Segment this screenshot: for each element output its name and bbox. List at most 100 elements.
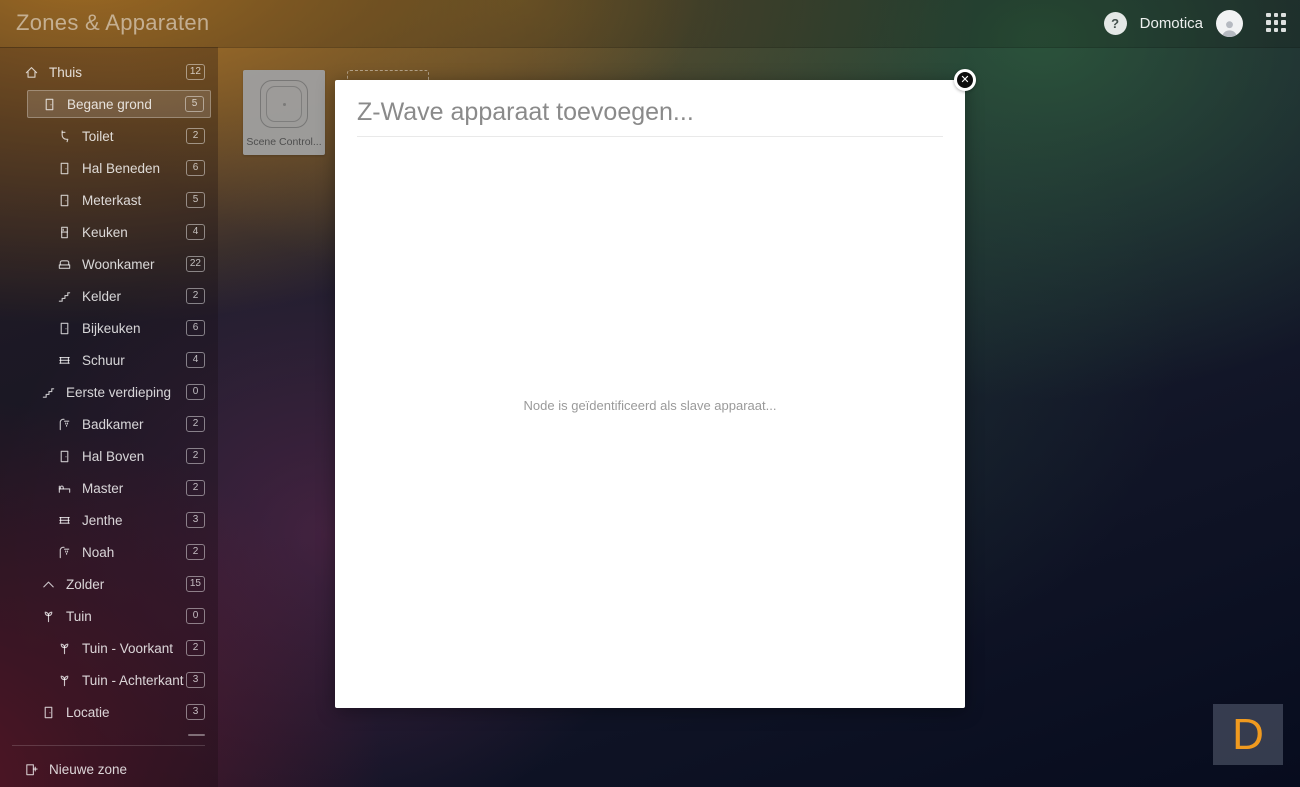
zone-label: Zolder (66, 577, 104, 592)
zone-label: Jenthe (82, 513, 123, 528)
sidebar-item-eerste-verdieping[interactable]: Eerste verdieping0 (0, 376, 218, 408)
new-zone-icon (24, 762, 39, 777)
dialog-title-divider (357, 136, 943, 137)
brand-logo: D (1213, 704, 1283, 765)
zone-label: Locatie (66, 705, 110, 720)
zone-count-badge: 0 (186, 384, 205, 400)
avatar[interactable] (1216, 10, 1243, 37)
zone-count-badge: 3 (186, 704, 205, 720)
zone-count-badge: 2 (186, 448, 205, 464)
zone-count-badge: 6 (186, 160, 205, 176)
zone-label: Woonkamer (82, 257, 155, 272)
apps-grid-icon[interactable] (1266, 13, 1288, 35)
zone-label: Tuin - Achterkant (82, 673, 184, 688)
sidebar-item-keuken[interactable]: Keuken 4 (0, 216, 218, 248)
toilet-icon (57, 129, 72, 144)
sidebar-item-schuur[interactable]: Schuur 4 (0, 344, 218, 376)
sidebar-item-locatie[interactable]: Locatie 3 (0, 696, 218, 728)
sidebar-item-begane-grond[interactable]: Begane grond 5 (27, 90, 211, 118)
sidebar-item-badkamer[interactable]: Badkamer 2 (0, 408, 218, 440)
roof-icon (41, 577, 56, 592)
sidebar-item-meterkast[interactable]: Meterkast 5 (0, 184, 218, 216)
zone-count-badge: 3 (186, 672, 205, 688)
help-icon[interactable]: ? (1104, 12, 1127, 35)
zone-label: Master (82, 481, 123, 496)
device-tile-label: Scene Control... (246, 136, 322, 148)
zone-count-badge: 0 (186, 608, 205, 624)
sidebar-item-thuis[interactable]: Thuis12 (0, 56, 218, 88)
scene-controller-icon (260, 80, 308, 128)
zone-label: Meterkast (82, 193, 141, 208)
zone-count-badge: 2 (186, 288, 205, 304)
zone-count-badge: 12 (186, 64, 205, 80)
sidebar-item-zolder[interactable]: Zolder 15 (0, 568, 218, 600)
zones-sidebar: Thuis12 Begane grond 5 Toilet 2 Hal Benede… (0, 47, 218, 787)
sidebar-item-woonkamer[interactable]: Woonkamer 22 (0, 248, 218, 280)
door-icon (57, 449, 72, 464)
zone-count-badge: 2 (186, 128, 205, 144)
sidebar-item-kelder[interactable]: Kelder 2 (0, 280, 218, 312)
person-icon (1220, 18, 1239, 37)
sidebar-item-tuin-achterkant[interactable]: Tuin - Achterkant3 (0, 664, 218, 696)
shower-icon (57, 545, 72, 560)
zone-count-badge: 2 (186, 416, 205, 432)
sidebar-item-jenthe[interactable]: Jenthe3 (0, 504, 218, 536)
zone-label: Kelder (82, 289, 121, 304)
plant-icon (57, 673, 72, 688)
sidebar-item-noah[interactable]: Noah 2 (0, 536, 218, 568)
sidebar-item-toilet[interactable]: Toilet 2 (0, 120, 218, 152)
partially-scrolled-item (188, 734, 205, 736)
plant-icon (57, 641, 72, 656)
zone-count-badge: 22 (186, 256, 205, 272)
dialog-title: Z-Wave apparaat toevoegen... (357, 98, 694, 127)
zone-label: Bijkeuken (82, 321, 141, 336)
close-icon[interactable]: ✕ (954, 69, 976, 91)
header-actions: ? Domotica (1104, 0, 1288, 47)
zone-label: Tuin (66, 609, 92, 624)
house-icon (24, 65, 39, 80)
sidebar-item-master[interactable]: Master 2 (0, 472, 218, 504)
sidebar-item-tuin-voorkant[interactable]: Tuin - Voorkant2 (0, 632, 218, 664)
zwave-add-dialog: Z-Wave apparaat toevoegen... Node is geï… (335, 80, 965, 708)
sidebar-item-hal-beneden[interactable]: Hal Beneden 6 (0, 152, 218, 184)
shelf-icon (57, 353, 72, 368)
zone-label: Schuur (82, 353, 125, 368)
door-icon (42, 97, 57, 112)
new-zone-button[interactable]: Nieuwe zone (0, 753, 218, 785)
door-icon (57, 161, 72, 176)
zone-count-badge: 2 (186, 640, 205, 656)
zone-count-badge: 2 (186, 544, 205, 560)
zone-label: Badkamer (82, 417, 144, 432)
zone-label: Toilet (82, 129, 114, 144)
zone-count-badge: 4 (186, 352, 205, 368)
sidebar-item-bijkeuken[interactable]: Bijkeuken 6 (0, 312, 218, 344)
door-icon (57, 193, 72, 208)
sidebar-item-hal-boven[interactable]: Hal Boven 2 (0, 440, 218, 472)
zone-list: Thuis12 Begane grond 5 Toilet 2 Hal Benede… (0, 56, 218, 728)
dialog-status-message: Node is geïdentificeerd als slave appara… (335, 398, 965, 413)
zone-label: Keuken (82, 225, 128, 240)
zone-count-badge: 6 (186, 320, 205, 336)
new-zone-label: Nieuwe zone (49, 762, 127, 777)
brand-logo-letter: D (1232, 713, 1264, 757)
zone-count-badge: 15 (186, 576, 205, 592)
zone-label: Hal Beneden (82, 161, 160, 176)
zone-label: Noah (82, 545, 114, 560)
zone-label: Begane grond (67, 97, 152, 112)
zone-count-badge: 5 (185, 96, 204, 112)
account-name: Domotica (1140, 15, 1203, 32)
zone-label: Hal Boven (82, 449, 144, 464)
stairs-icon (57, 289, 72, 304)
plant-icon (41, 609, 56, 624)
zone-count-badge: 4 (186, 224, 205, 240)
zone-count-badge: 2 (186, 480, 205, 496)
page-title: Zones & Apparaten (16, 10, 209, 36)
stairs-icon (41, 385, 56, 400)
device-tile-scene-controller[interactable]: Scene Control... (243, 70, 325, 155)
bed-icon (57, 481, 72, 496)
sidebar-item-tuin[interactable]: Tuin 0 (0, 600, 218, 632)
shelf-icon (57, 513, 72, 528)
zone-count-badge: 5 (186, 192, 205, 208)
header-bar: Zones & Apparaten ? Domotica (0, 0, 1300, 48)
shower-icon (57, 417, 72, 432)
